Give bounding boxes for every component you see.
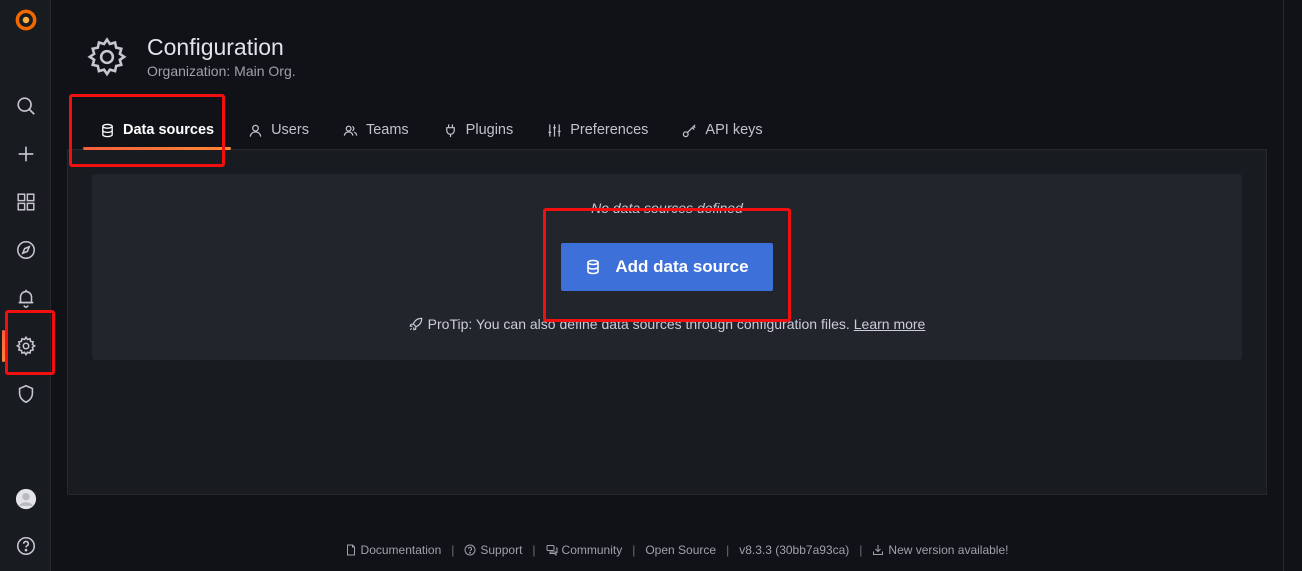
footer-label: Community — [561, 543, 623, 557]
rocket-icon — [409, 317, 422, 331]
tab-teams[interactable]: Teams — [326, 112, 426, 148]
tab-label: Preferences — [570, 122, 649, 138]
gear-icon[interactable] — [0, 326, 51, 366]
footer-label: New version available! — [888, 543, 1009, 557]
tab-data-sources[interactable]: Data sources — [83, 112, 232, 150]
tab-label: Plugins — [465, 122, 514, 138]
footer-label: Open Source — [645, 543, 717, 557]
plus-icon[interactable] — [0, 134, 51, 174]
footer-label: Support — [480, 543, 523, 557]
right-edge — [1283, 0, 1302, 571]
footer-label: v8.3.3 (30bb7a93ca) — [739, 543, 850, 557]
avatar[interactable] — [0, 479, 51, 519]
empty-state: No data sources defined Add data source … — [92, 174, 1242, 360]
download-icon — [873, 545, 884, 555]
database-icon — [102, 123, 113, 137]
footer-open-source[interactable]: Open Source — [645, 543, 716, 557]
dashboards-icon[interactable] — [0, 182, 51, 222]
tab-label: API keys — [705, 122, 763, 138]
document-icon — [346, 544, 355, 556]
plug-icon — [445, 123, 455, 137]
learn-more-link[interactable]: Learn more — [854, 316, 926, 332]
footer: Documentation | Support | Community | Op… — [0, 543, 1302, 557]
tab-label: Teams — [365, 122, 409, 138]
user-icon — [249, 124, 262, 137]
grafana-logo-icon[interactable] — [0, 0, 51, 40]
tab-api-keys[interactable]: API keys — [665, 112, 779, 148]
users-icon — [343, 125, 358, 136]
footer-new-version[interactable]: New version available! — [872, 543, 1008, 557]
footer-support[interactable]: Support — [464, 543, 522, 557]
sliders-icon — [548, 123, 561, 137]
comment-icon — [546, 545, 558, 556]
empty-message: No data sources defined — [591, 200, 743, 216]
tab-label: Users — [271, 122, 309, 138]
tab-plugins[interactable]: Plugins — [426, 112, 531, 148]
footer-community[interactable]: Community — [546, 543, 623, 557]
key-icon — [683, 123, 696, 137]
tab-users[interactable]: Users — [231, 112, 326, 148]
config-gear-icon — [87, 36, 127, 76]
shield-icon[interactable] — [0, 374, 51, 414]
protip-text: ProTip: You can also define data sources… — [427, 316, 850, 332]
compass-icon[interactable] — [0, 230, 51, 270]
page-header: Configuration Organization: Main Org. — [85, 33, 296, 80]
database-icon — [587, 259, 600, 275]
page-subtitle: Organization: Main Org. — [147, 63, 296, 79]
page-title: Configuration — [147, 34, 284, 60]
protip: ProTip: You can also define data sources… — [92, 316, 1242, 332]
question-icon — [464, 544, 476, 556]
tab-preferences[interactable]: Preferences — [530, 112, 665, 148]
footer-version: v8.3.3 (30bb7a93ca) — [739, 543, 849, 557]
footer-documentation[interactable]: Documentation — [345, 543, 442, 557]
search-icon[interactable] — [0, 86, 51, 126]
add-button-label: Add data source — [615, 257, 749, 276]
tab-bar: Data sources Users Teams Plugins Prefere… — [83, 112, 780, 150]
add-data-source-button[interactable]: Add data source — [561, 243, 773, 291]
sidebar — [0, 0, 51, 571]
tab-label: Data sources — [123, 122, 215, 138]
footer-label: Documentation — [360, 543, 442, 557]
bell-icon[interactable] — [0, 278, 51, 318]
